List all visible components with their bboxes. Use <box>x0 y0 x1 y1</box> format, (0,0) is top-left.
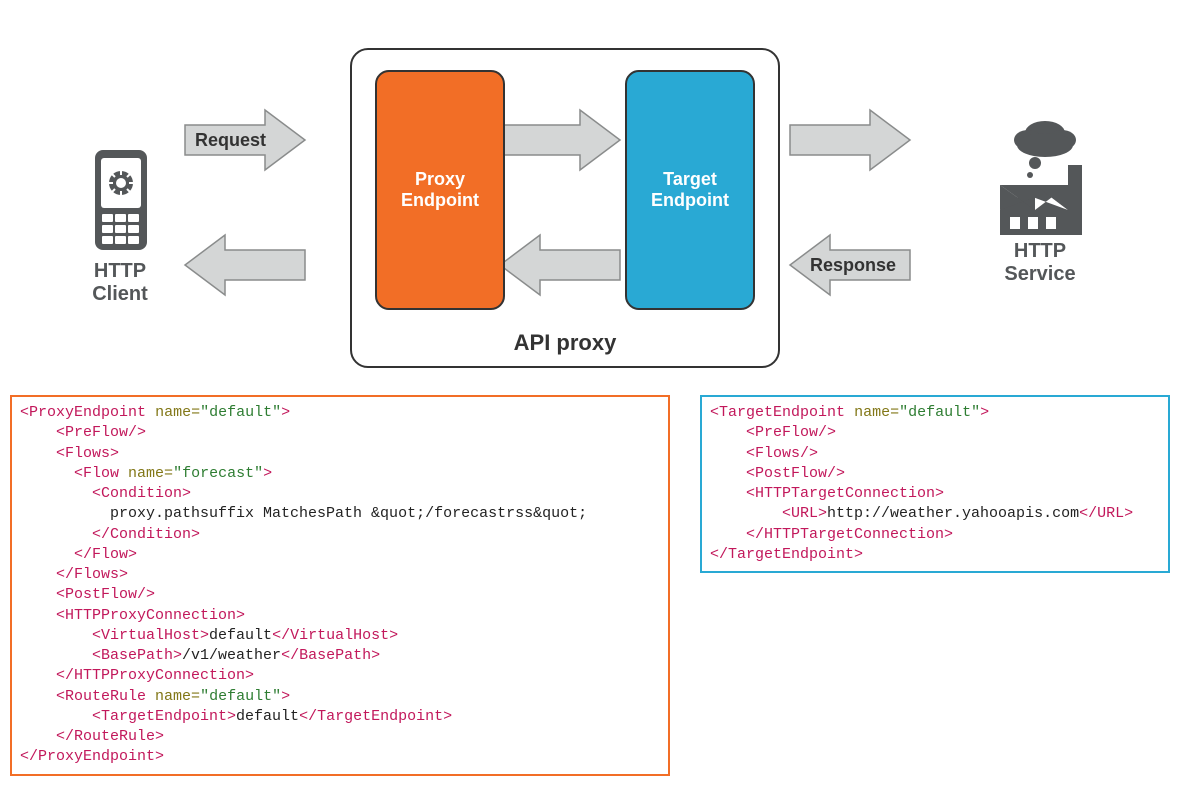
proxy-endpoint-box: Proxy Endpoint <box>375 70 505 310</box>
proxy-endpoint-label-2: Endpoint <box>401 190 479 211</box>
proxy-endpoint-label-1: Proxy <box>415 169 465 190</box>
http-client-icon <box>95 150 147 250</box>
http-service-icon <box>1000 121 1082 235</box>
target-endpoint-box: Target Endpoint <box>625 70 755 310</box>
http-service-label: HTTP Service <box>995 240 1085 286</box>
api-proxy-diagram: Proxy Endpoint Target Endpoint API proxy… <box>10 10 1176 390</box>
target-endpoint-label-1: Target <box>663 169 717 190</box>
target-endpoint-label-2: Endpoint <box>651 190 729 211</box>
request-label: Request <box>195 130 266 151</box>
response-label: Response <box>810 255 896 276</box>
code-samples-row: <ProxyEndpoint name="default"> <PreFlow/… <box>10 395 1176 776</box>
api-proxy-label: API proxy <box>350 330 780 356</box>
target-endpoint-code: <TargetEndpoint name="default"> <PreFlow… <box>700 395 1170 573</box>
proxy-endpoint-code: <ProxyEndpoint name="default"> <PreFlow/… <box>10 395 670 776</box>
http-client-label: HTTP Client <box>80 260 160 306</box>
